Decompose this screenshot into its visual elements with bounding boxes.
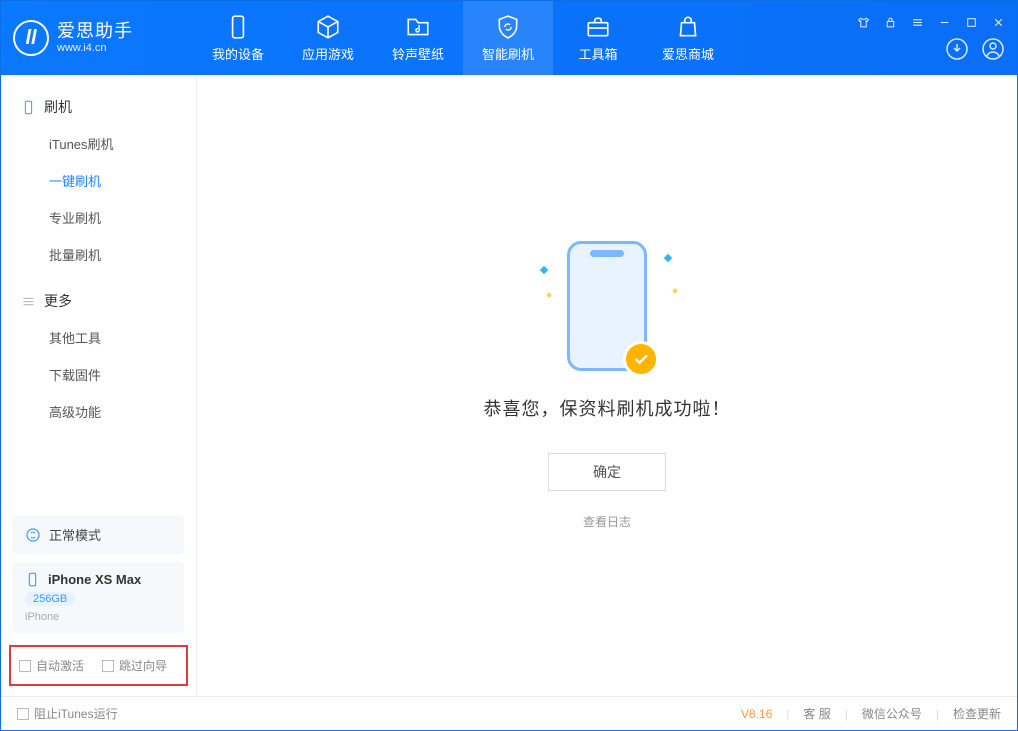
main-content: 恭喜您，保资料刷机成功啦！ 确定 查看日志 [197,75,1017,696]
maximize-icon[interactable] [965,16,978,29]
success-message: 恭喜您，保资料刷机成功啦！ [484,395,731,421]
titlebar-controls [857,1,1005,75]
bag-icon [675,14,701,40]
tab-store[interactable]: 爱思商城 [643,1,733,75]
sidebar-item-itunes[interactable]: iTunes刷机 [1,125,196,162]
check-badge-icon [623,341,659,377]
list-icon [21,294,36,309]
phone-icon [225,14,251,40]
brand-name: 爱思助手 [57,22,133,42]
briefcase-icon [585,14,611,40]
user-icon[interactable] [981,37,1005,61]
support-link[interactable]: 客 服 [803,705,830,722]
tab-apps[interactable]: 应用游戏 [283,1,373,75]
refresh-icon [25,527,41,543]
sidebar-item-pro[interactable]: 专业刷机 [1,199,196,236]
checkbox-auto-activate[interactable]: 自动激活 [19,657,84,674]
tab-ringtone[interactable]: 铃声壁纸 [373,1,463,75]
success-illustration [567,241,647,371]
brand-url: www.i4.cn [57,42,133,54]
sidebar-section-flash: 刷机 [1,89,196,125]
checkbox-icon [102,660,114,672]
device-icon [21,100,36,115]
menu-icon[interactable] [911,16,924,29]
checkbox-skip-guide[interactable]: 跳过向导 [102,657,167,674]
titlebar: ll 爱思助手 www.i4.cn 我的设备 应用游戏 铃声壁纸 智能刷机 [1,1,1017,75]
close-icon[interactable] [992,16,1005,29]
update-link[interactable]: 检查更新 [953,705,1001,722]
ok-button[interactable]: 确定 [548,453,666,491]
storage-badge: 256GB [25,592,75,606]
logo[interactable]: ll 爱思助手 www.i4.cn [13,20,193,56]
sidebar-item-batch[interactable]: 批量刷机 [1,236,196,273]
app-window: ll 爱思助手 www.i4.cn 我的设备 应用游戏 铃声壁纸 智能刷机 [0,0,1018,731]
checkbox-icon [17,708,29,720]
tab-toolbox[interactable]: 工具箱 [553,1,643,75]
download-icon[interactable] [945,37,969,61]
device-info[interactable]: iPhone XS Max 256GB iPhone [13,562,184,633]
tshirt-icon[interactable] [857,16,870,29]
view-log-link[interactable]: 查看日志 [583,513,631,530]
lock-icon[interactable] [884,16,897,29]
tab-flash[interactable]: 智能刷机 [463,1,553,75]
body: 刷机 iTunes刷机 一键刷机 专业刷机 批量刷机 更多 其他工具 下载固件 … [1,75,1017,696]
phone-small-icon [25,572,40,587]
version-label: V8.16 [741,707,772,721]
shield-refresh-icon [495,14,521,40]
wechat-link[interactable]: 微信公众号 [862,705,922,722]
logo-icon: ll [13,20,49,56]
checkbox-icon [19,660,31,672]
music-folder-icon [405,14,431,40]
highlighted-options: 自动激活 跳过向导 [9,645,188,686]
sidebar-section-more: 更多 [1,283,196,319]
minimize-icon[interactable] [938,16,951,29]
cube-icon [315,14,341,40]
statusbar: 阻止iTunes运行 V8.16 | 客 服 | 微信公众号 | 检查更新 [1,696,1017,730]
sidebar-item-oneclick[interactable]: 一键刷机 [1,162,196,199]
tab-device[interactable]: 我的设备 [193,1,283,75]
device-mode[interactable]: 正常模式 [13,515,184,554]
sidebar-item-other[interactable]: 其他工具 [1,319,196,356]
nav-tabs: 我的设备 应用游戏 铃声壁纸 智能刷机 工具箱 爱思商城 [193,1,733,75]
checkbox-block-itunes[interactable]: 阻止iTunes运行 [17,705,118,722]
sidebar-item-firmware[interactable]: 下载固件 [1,356,196,393]
sidebar-item-advanced[interactable]: 高级功能 [1,393,196,430]
sidebar: 刷机 iTunes刷机 一键刷机 专业刷机 批量刷机 更多 其他工具 下载固件 … [1,75,197,696]
